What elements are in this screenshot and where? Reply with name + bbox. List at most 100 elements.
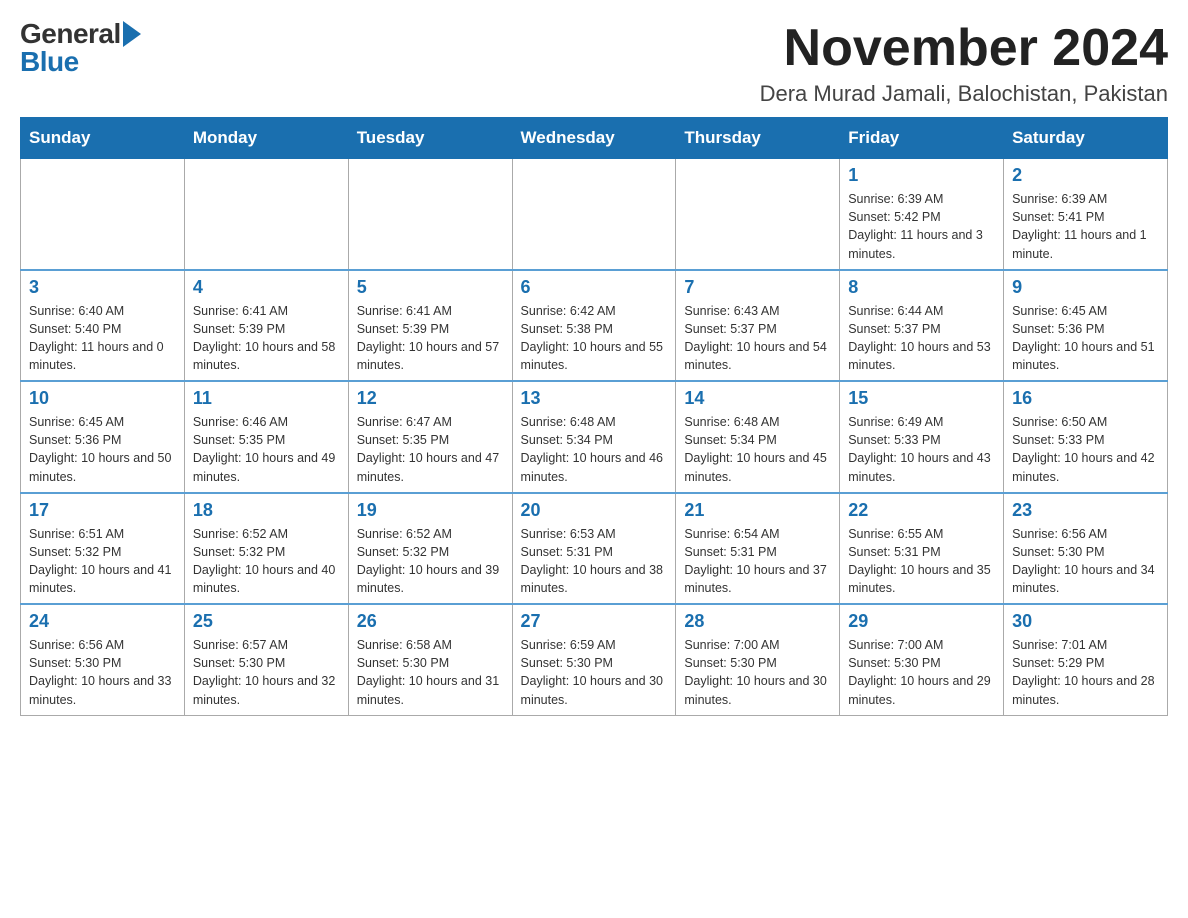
calendar-cell: 20Sunrise: 6:53 AMSunset: 5:31 PMDayligh… [512,493,676,605]
col-header-friday: Friday [840,118,1004,159]
day-number: 9 [1012,277,1159,298]
day-number: 30 [1012,611,1159,632]
day-number: 24 [29,611,176,632]
day-info: Sunrise: 6:41 AMSunset: 5:39 PMDaylight:… [357,302,504,375]
day-info: Sunrise: 6:52 AMSunset: 5:32 PMDaylight:… [193,525,340,598]
day-info: Sunrise: 6:45 AMSunset: 5:36 PMDaylight:… [1012,302,1159,375]
calendar-cell: 28 Sunrise: 7:00 AMSunset: 5:30 PMDayligh… [676,604,840,715]
calendar-cell: 8 Sunrise: 6:44 AMSunset: 5:37 PMDaylight… [840,270,1004,382]
calendar-cell [21,159,185,270]
week-row-1: 1Sunrise: 6:39 AMSunset: 5:42 PMDaylight… [21,159,1168,270]
day-number: 5 [357,277,504,298]
calendar-cell: 21 Sunrise: 6:54 AMSunset: 5:31 PMDayligh… [676,493,840,605]
day-info: Sunrise: 6:47 AMSunset: 5:35 PMDaylight:… [357,413,504,486]
day-number: 12 [357,388,504,409]
day-info: Sunrise: 6:48 AMSunset: 5:34 PMDaylight:… [521,413,668,486]
day-number: 25 [193,611,340,632]
calendar-cell: 12 Sunrise: 6:47 AMSunset: 5:35 PMDayligh… [348,381,512,493]
calendar-cell: 4 Sunrise: 6:41 AMSunset: 5:39 PMDaylight… [184,270,348,382]
day-info: Sunrise: 6:46 AMSunset: 5:35 PMDaylight:… [193,413,340,486]
logo: General Blue [20,20,141,76]
day-number: 15 [848,388,995,409]
calendar-cell: 13 Sunrise: 6:48 AMSunset: 5:34 PMDayligh… [512,381,676,493]
calendar-cell: 26 Sunrise: 6:58 AMSunset: 5:30 PMDayligh… [348,604,512,715]
day-info: Sunrise: 6:41 AMSunset: 5:39 PMDaylight:… [193,302,340,375]
col-header-thursday: Thursday [676,118,840,159]
day-info: Sunrise: 6:45 AMSunset: 5:36 PMDaylight:… [29,413,176,486]
day-number: 4 [193,277,340,298]
calendar-cell: 10 Sunrise: 6:45 AMSunset: 5:36 PMDayligh… [21,381,185,493]
calendar-cell: 29 Sunrise: 7:00 AMSunset: 5:30 PMDayligh… [840,604,1004,715]
day-number: 26 [357,611,504,632]
day-info: Sunrise: 6:59 AMSunset: 5:30 PMDaylight:… [521,636,668,709]
calendar-cell: 23 Sunrise: 6:56 AMSunset: 5:30 PMDayligh… [1004,493,1168,605]
location-subtitle: Dera Murad Jamali, Balochistan, Pakistan [760,81,1168,107]
day-number: 8 [848,277,995,298]
day-number: 2 [1012,165,1159,186]
day-number: 17 [29,500,176,521]
day-number: 18 [193,500,340,521]
day-number: 11 [193,388,340,409]
day-number: 7 [684,277,831,298]
calendar-cell: 24 Sunrise: 6:56 AMSunset: 5:30 PMDayligh… [21,604,185,715]
calendar-cell: 11 Sunrise: 6:46 AMSunset: 5:35 PMDayligh… [184,381,348,493]
logo-arrow-icon [123,21,141,47]
day-number: 28 [684,611,831,632]
week-row-3: 10 Sunrise: 6:45 AMSunset: 5:36 PMDayligh… [21,381,1168,493]
calendar-cell: 15 Sunrise: 6:49 AMSunset: 5:33 PMDayligh… [840,381,1004,493]
calendar-cell: 16Sunrise: 6:50 AMSunset: 5:33 PMDayligh… [1004,381,1168,493]
week-row-4: 17 Sunrise: 6:51 AMSunset: 5:32 PMDayligh… [21,493,1168,605]
day-number: 21 [684,500,831,521]
day-info: Sunrise: 6:50 AMSunset: 5:33 PMDaylight:… [1012,413,1159,486]
day-info: Sunrise: 6:39 AMSunset: 5:41 PMDaylight:… [1012,190,1159,263]
col-header-monday: Monday [184,118,348,159]
day-info: Sunrise: 6:51 AMSunset: 5:32 PMDaylight:… [29,525,176,598]
calendar-cell: 30Sunrise: 7:01 AMSunset: 5:29 PMDayligh… [1004,604,1168,715]
calendar-cell: 22Sunrise: 6:55 AMSunset: 5:31 PMDayligh… [840,493,1004,605]
calendar-cell: 17 Sunrise: 6:51 AMSunset: 5:32 PMDayligh… [21,493,185,605]
week-row-2: 3Sunrise: 6:40 AMSunset: 5:40 PMDaylight… [21,270,1168,382]
day-number: 3 [29,277,176,298]
day-info: Sunrise: 7:00 AMSunset: 5:30 PMDaylight:… [684,636,831,709]
day-info: Sunrise: 6:56 AMSunset: 5:30 PMDaylight:… [1012,525,1159,598]
day-info: Sunrise: 6:44 AMSunset: 5:37 PMDaylight:… [848,302,995,375]
day-number: 27 [521,611,668,632]
logo-general-text: General [20,20,121,48]
day-info: Sunrise: 6:55 AMSunset: 5:31 PMDaylight:… [848,525,995,598]
day-info: Sunrise: 6:49 AMSunset: 5:33 PMDaylight:… [848,413,995,486]
day-info: Sunrise: 6:54 AMSunset: 5:31 PMDaylight:… [684,525,831,598]
day-info: Sunrise: 7:00 AMSunset: 5:30 PMDaylight:… [848,636,995,709]
calendar-cell: 14Sunrise: 6:48 AMSunset: 5:34 PMDayligh… [676,381,840,493]
day-info: Sunrise: 6:57 AMSunset: 5:30 PMDaylight:… [193,636,340,709]
calendar-cell: 1Sunrise: 6:39 AMSunset: 5:42 PMDaylight… [840,159,1004,270]
calendar-table: SundayMondayTuesdayWednesdayThursdayFrid… [20,117,1168,716]
month-year-title: November 2024 [760,20,1168,77]
day-number: 10 [29,388,176,409]
calendar-cell: 3Sunrise: 6:40 AMSunset: 5:40 PMDaylight… [21,270,185,382]
calendar-header-row: SundayMondayTuesdayWednesdayThursdayFrid… [21,118,1168,159]
day-info: Sunrise: 6:58 AMSunset: 5:30 PMDaylight:… [357,636,504,709]
calendar-cell [348,159,512,270]
day-info: Sunrise: 6:53 AMSunset: 5:31 PMDaylight:… [521,525,668,598]
day-info: Sunrise: 6:39 AMSunset: 5:42 PMDaylight:… [848,190,995,263]
page-header: General Blue November 2024 Dera Murad Ja… [20,20,1168,107]
logo-blue-text: Blue [20,46,79,77]
calendar-cell: 9 Sunrise: 6:45 AMSunset: 5:36 PMDaylight… [1004,270,1168,382]
day-number: 14 [684,388,831,409]
calendar-cell [184,159,348,270]
day-number: 6 [521,277,668,298]
day-info: Sunrise: 6:52 AMSunset: 5:32 PMDaylight:… [357,525,504,598]
day-info: Sunrise: 6:42 AMSunset: 5:38 PMDaylight:… [521,302,668,375]
calendar-cell: 19 Sunrise: 6:52 AMSunset: 5:32 PMDayligh… [348,493,512,605]
calendar-cell: 18 Sunrise: 6:52 AMSunset: 5:32 PMDayligh… [184,493,348,605]
col-header-wednesday: Wednesday [512,118,676,159]
day-number: 29 [848,611,995,632]
day-info: Sunrise: 6:43 AMSunset: 5:37 PMDaylight:… [684,302,831,375]
day-number: 13 [521,388,668,409]
day-info: Sunrise: 6:56 AMSunset: 5:30 PMDaylight:… [29,636,176,709]
day-number: 23 [1012,500,1159,521]
day-number: 19 [357,500,504,521]
calendar-cell [676,159,840,270]
col-header-tuesday: Tuesday [348,118,512,159]
week-row-5: 24 Sunrise: 6:56 AMSunset: 5:30 PMDayligh… [21,604,1168,715]
